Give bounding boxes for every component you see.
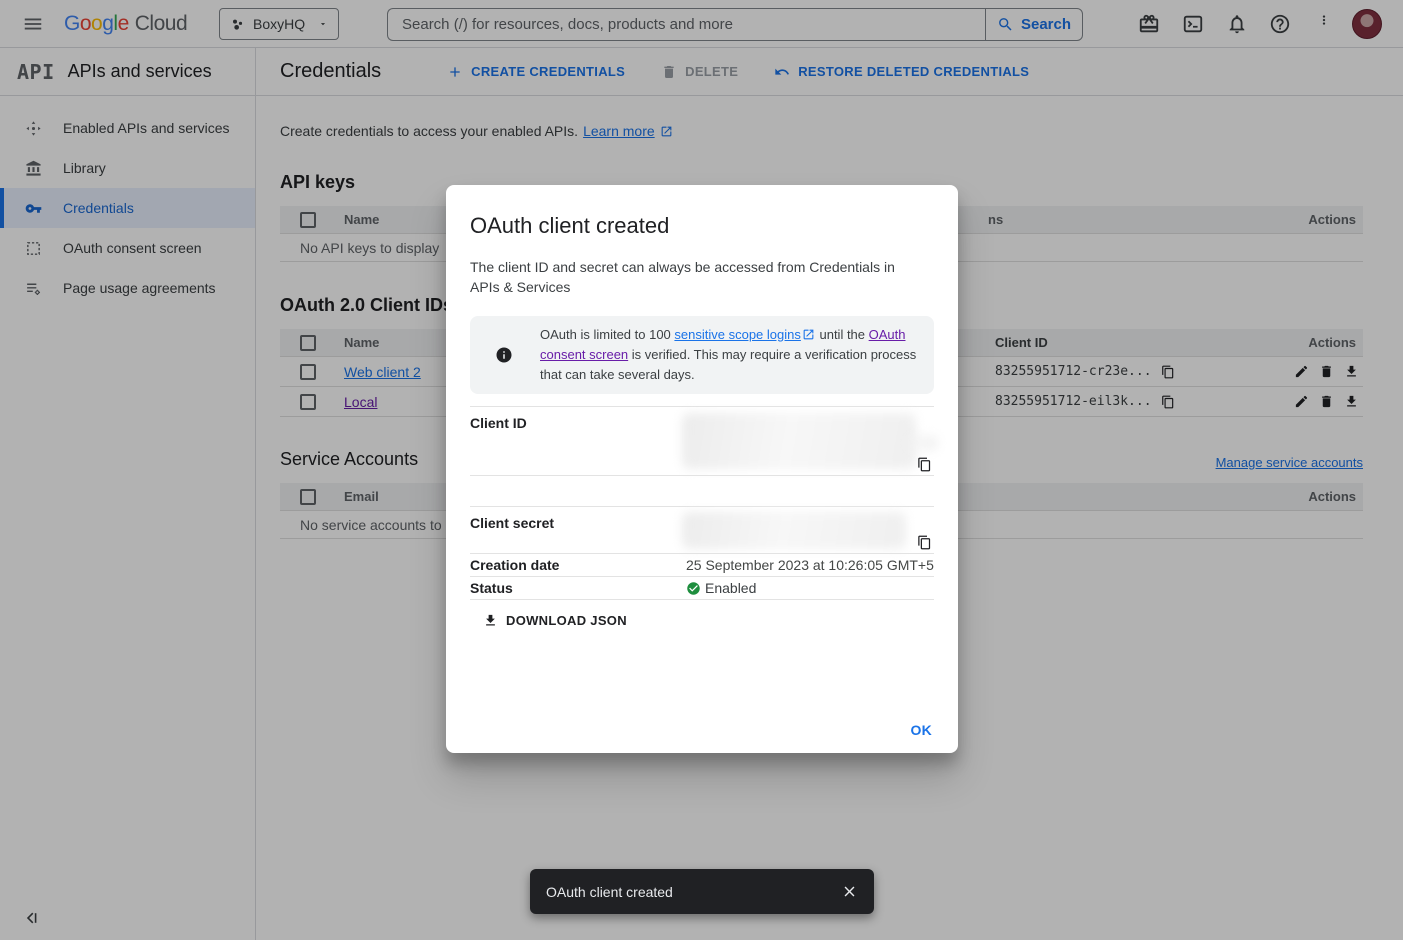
notice-text: OAuth is limited to 100 sensitive scope … — [540, 325, 920, 385]
status-badge: Enabled — [686, 580, 756, 596]
redacted-client-id-value — [908, 435, 938, 451]
external-link-icon — [802, 328, 815, 341]
copy-client-secret-icon[interactable] — [917, 535, 932, 550]
creation-date-value: 25 September 2023 at 10:26:05 GMT+5 — [686, 557, 934, 573]
dialog-title: OAuth client created — [470, 185, 934, 239]
download-json-label: DOWNLOAD JSON — [506, 613, 627, 628]
dialog-detail-rows: Client ID Client secret Creation date 25… — [470, 406, 934, 600]
download-icon — [483, 613, 498, 628]
dialog-subtitle: The client ID and secret can always be a… — [470, 257, 922, 297]
notice-pre: OAuth is limited to 100 — [540, 327, 674, 342]
status-row: Status Enabled — [470, 576, 934, 600]
spacer-row — [470, 475, 934, 506]
info-icon — [495, 346, 513, 364]
sensitive-scope-logins-link[interactable]: sensitive scope logins — [674, 327, 800, 342]
client-id-row: Client ID — [470, 406, 934, 475]
check-circle-icon — [686, 581, 701, 596]
client-secret-row: Client secret — [470, 506, 934, 553]
redacted-client-secret-value — [682, 512, 906, 549]
app-root: Google Cloud BoxyHQ Search (/) for resou… — [0, 0, 1403, 940]
oauth-limit-notice: OAuth is limited to 100 sensitive scope … — [470, 316, 934, 394]
notice-mid: until the — [816, 327, 869, 342]
ok-button[interactable]: OK — [911, 722, 933, 738]
status-label: Status — [470, 580, 686, 596]
status-value: Enabled — [705, 580, 756, 596]
redacted-client-id-value — [682, 413, 916, 469]
copy-client-id-icon[interactable] — [917, 457, 932, 472]
creation-date-label: Creation date — [470, 557, 686, 573]
close-icon[interactable] — [841, 883, 858, 900]
toast-message: OAuth client created — [546, 884, 673, 900]
toast-snackbar: OAuth client created — [530, 869, 874, 914]
creation-date-row: Creation date 25 September 2023 at 10:26… — [470, 553, 934, 576]
download-json-button[interactable]: DOWNLOAD JSON — [483, 613, 627, 628]
oauth-client-created-dialog: OAuth client created The client ID and s… — [446, 185, 958, 753]
